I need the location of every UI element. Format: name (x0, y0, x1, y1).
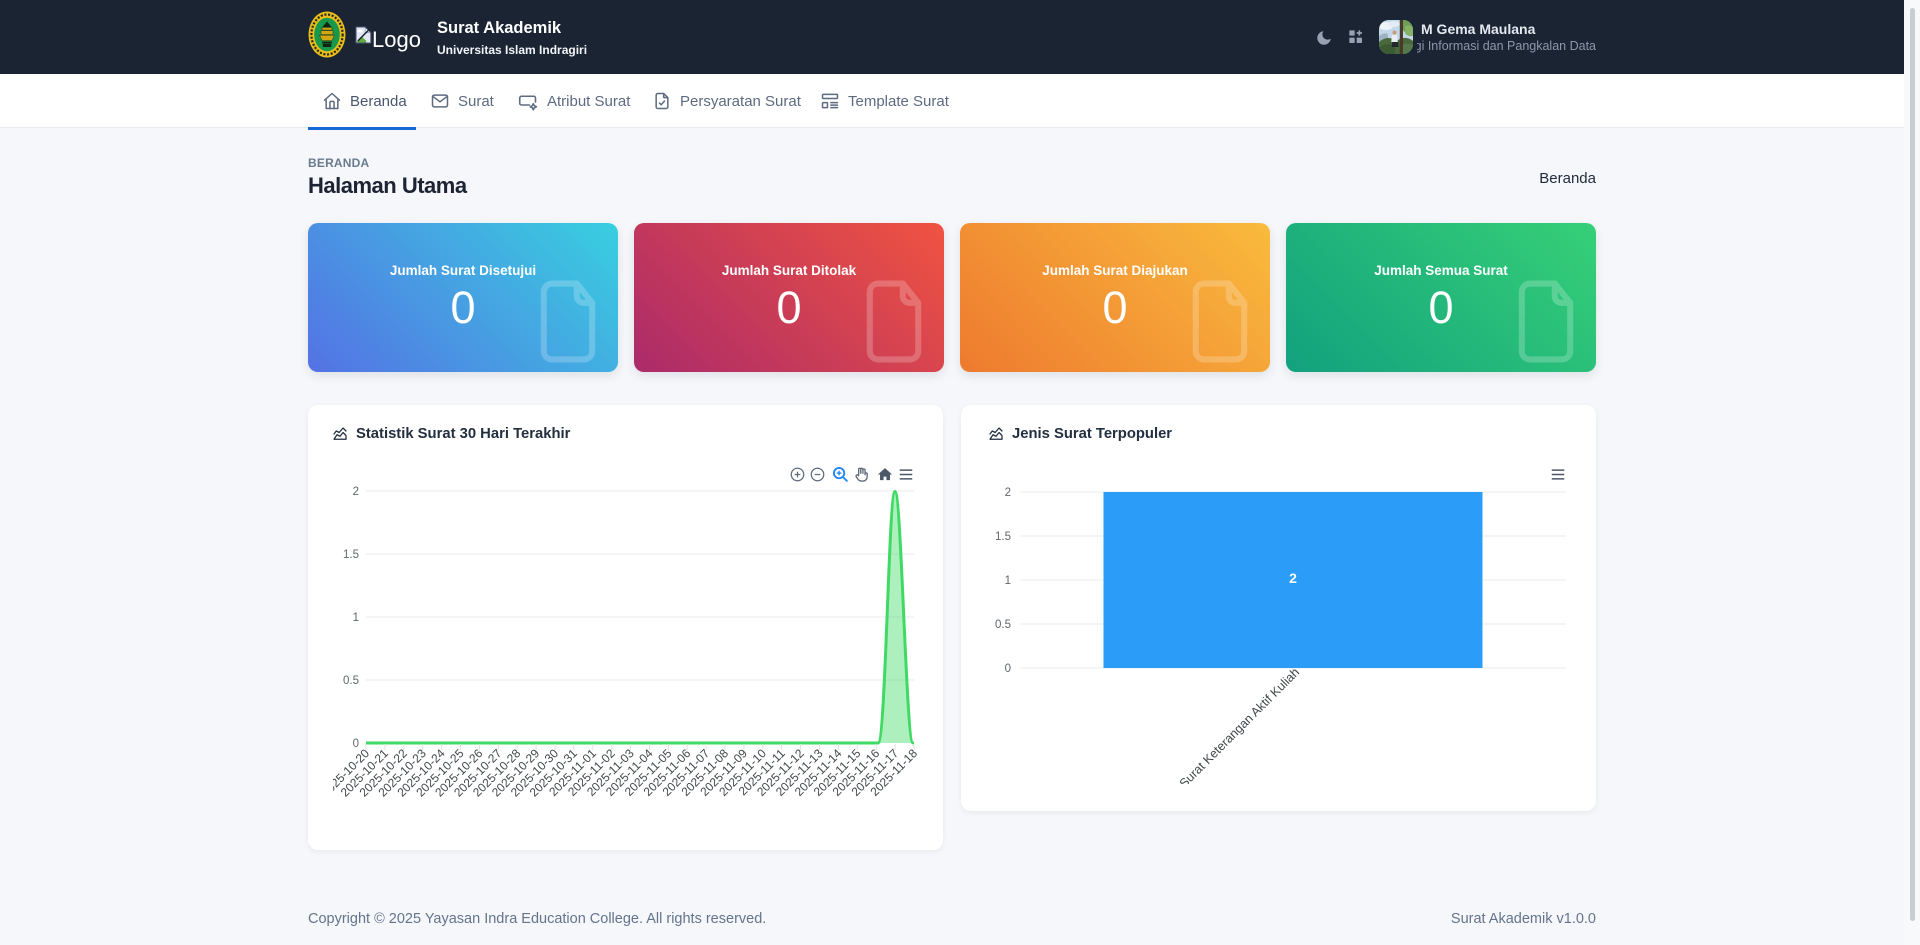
svg-text:1: 1 (353, 612, 359, 624)
svg-text:Surat Keterangan Aktif Kuliah: Surat Keterangan Aktif Kuliah (1177, 665, 1302, 784)
svg-text:0.5: 0.5 (343, 675, 359, 687)
svg-text:0: 0 (353, 738, 359, 750)
svg-text:1.5: 1.5 (995, 531, 1011, 543)
svg-text:0.5: 0.5 (995, 619, 1011, 631)
svg-text:2: 2 (1289, 570, 1297, 586)
svg-text:0: 0 (1005, 663, 1011, 675)
svg-text:2: 2 (1005, 487, 1011, 499)
svg-text:1: 1 (1005, 575, 1011, 587)
svg-text:1.5: 1.5 (343, 549, 359, 561)
svg-text:2: 2 (353, 486, 359, 498)
